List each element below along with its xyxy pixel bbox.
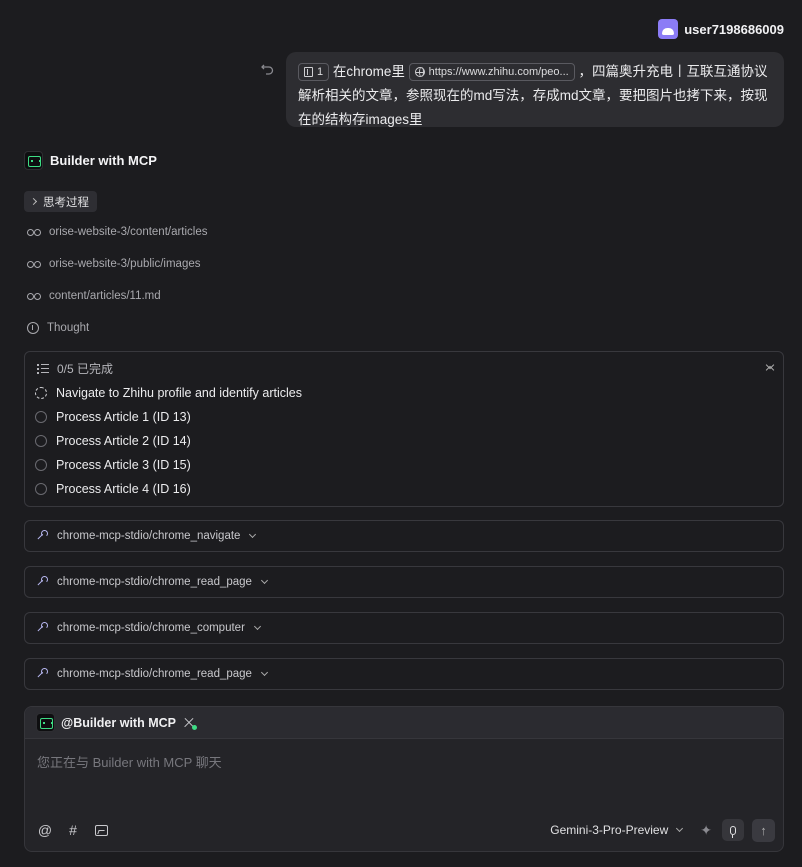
wrench-icon [36, 622, 48, 634]
todo-label: Process Article 1 (ID 13) [56, 410, 191, 424]
collapse-icon[interactable] [766, 362, 774, 374]
agent-header: Builder with MCP [24, 151, 157, 170]
todo-item: Process Article 2 (ID 14) [35, 434, 191, 448]
tool-call-row[interactable]: chrome-mcp-stdio/chrome_read_page [24, 566, 784, 598]
tool-call-row[interactable]: chrome-mcp-stdio/chrome_navigate [24, 520, 784, 552]
wrench-icon [36, 576, 48, 588]
read-step-path: orise-website-3/content/articles [49, 226, 208, 238]
mic-button[interactable] [722, 819, 744, 841]
message-text-a: 在chrome里 [332, 64, 405, 79]
send-button[interactable]: ↑ [752, 818, 775, 842]
composer-header: @Builder with MCP [25, 707, 783, 739]
todo-label: Process Article 4 (ID 16) [56, 482, 191, 496]
todo-label: Process Article 2 (ID 14) [56, 434, 191, 448]
chevron-down-icon [249, 530, 257, 539]
todo-label: Process Article 3 (ID 15) [56, 458, 191, 472]
user-message-bubble: 1 在chrome里 https://www.zhihu.com/peo... … [286, 52, 784, 127]
glasses-icon [27, 228, 41, 236]
agent-name: Builder with MCP [50, 153, 157, 168]
tool-call-name: chrome-mcp-stdio/chrome_read_page [57, 576, 252, 588]
context-file-count: 1 [317, 66, 324, 79]
todo-item: Process Article 4 (ID 16) [35, 482, 191, 496]
chevron-down-icon [260, 576, 269, 585]
pending-circle-icon [35, 435, 47, 447]
bot-icon [24, 151, 43, 170]
hash-icon[interactable]: # [65, 822, 81, 838]
todo-item: Process Article 1 (ID 13) [35, 410, 191, 424]
todo-label: Navigate to Zhihu profile and identify a… [56, 386, 302, 400]
tool-call-name: chrome-mcp-stdio/chrome_read_page [57, 668, 252, 680]
cloud-icon [662, 28, 675, 35]
user-name: user7198686009 [684, 21, 784, 37]
agent-mention[interactable]: @Builder with MCP [61, 716, 176, 730]
thought-label: Thought [47, 322, 90, 334]
in-progress-icon [35, 387, 47, 399]
tool-call-row[interactable]: chrome-mcp-stdio/chrome_read_page [24, 658, 784, 690]
user-avatar [658, 19, 679, 39]
undo-icon[interactable] [260, 60, 276, 76]
read-step[interactable]: orise-website-3/public/images [27, 258, 200, 270]
thinking-label: 思考过程 [43, 196, 89, 209]
thinking-toggle[interactable]: 思考过程 [24, 191, 97, 212]
model-name: Gemini-3-Pro-Preview [550, 823, 669, 837]
status-dot [191, 724, 197, 730]
wrench-icon [36, 530, 48, 542]
mic-icon [730, 825, 736, 838]
chevron-down-icon [260, 668, 269, 677]
todo-progress: 0/5 已完成 [57, 362, 114, 376]
pending-circle-icon [35, 411, 47, 423]
at-icon[interactable]: @ [37, 822, 53, 838]
read-step[interactable]: content/articles/11.md [27, 290, 161, 302]
globe-icon [414, 67, 425, 78]
user-header: user7198686009 [658, 19, 784, 39]
chat-input[interactable]: 您正在与 Builder with MCP 聊天 [37, 752, 222, 771]
chevron-right-icon [29, 197, 38, 206]
todo-item: Navigate to Zhihu profile and identify a… [35, 386, 302, 400]
bot-icon [36, 713, 55, 732]
chevron-down-icon [253, 622, 261, 631]
todo-panel: 0/5 已完成 Navigate to Zhihu profile and id… [24, 351, 784, 507]
pending-circle-icon [35, 459, 47, 471]
context-file-chip[interactable]: 1 [298, 63, 330, 82]
tool-call-name: chrome-mcp-stdio/chrome_computer [57, 622, 245, 634]
pending-circle-icon [35, 483, 47, 495]
model-selector[interactable]: Gemini-3-Pro-Preview [550, 823, 684, 837]
url-chip-text: https://www.zhihu.com/peo... [428, 66, 569, 79]
thought-step[interactable]: Thought [27, 322, 89, 334]
tool-call-name: chrome-mcp-stdio/chrome_navigate [57, 530, 241, 542]
tool-call-row[interactable]: chrome-mcp-stdio/chrome_computer [24, 612, 784, 644]
todo-item: Process Article 3 (ID 15) [35, 458, 191, 472]
info-icon [27, 322, 39, 334]
checklist-icon [37, 363, 49, 374]
todo-header: 0/5 已完成 [37, 360, 113, 377]
composer-toolbar: @ # Gemini-3-Pro-Preview ✦ ↑ [37, 818, 775, 842]
document-icon [304, 67, 313, 78]
tools-icon[interactable] [182, 716, 197, 730]
read-step-path: orise-website-3/public/images [49, 258, 201, 270]
image-icon[interactable] [93, 822, 109, 838]
glasses-icon [27, 260, 41, 268]
url-chip[interactable]: https://www.zhihu.com/peo... [408, 63, 575, 82]
glasses-icon [27, 292, 41, 300]
image-glyph [94, 824, 108, 836]
chat-composer: @Builder with MCP 您正在与 Builder with MCP … [24, 706, 784, 852]
read-step[interactable]: orise-website-3/content/articles [27, 226, 208, 238]
read-step-path: content/articles/11.md [49, 290, 161, 302]
chevron-down-icon [676, 824, 684, 833]
sparkle-icon[interactable]: ✦ [700, 822, 712, 839]
wrench-icon [36, 668, 48, 680]
